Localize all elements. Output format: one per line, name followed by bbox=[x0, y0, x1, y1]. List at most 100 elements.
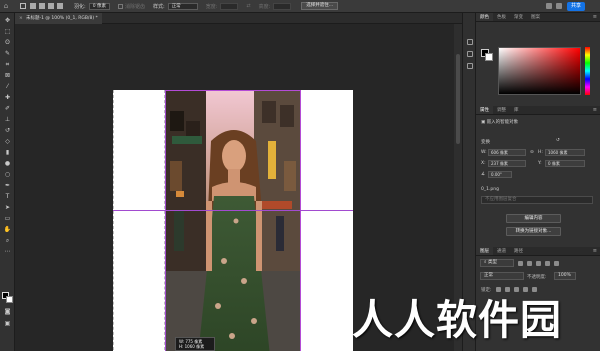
history-panel-icon[interactable] bbox=[467, 39, 473, 45]
hand-tool-icon[interactable]: ✋ bbox=[4, 226, 11, 233]
color-picker-field[interactable] bbox=[498, 47, 581, 95]
close-tab-icon[interactable]: × bbox=[19, 13, 23, 24]
screen-mode-icon[interactable]: ▣ bbox=[4, 320, 11, 327]
options-bar: ⌂ 羽化: 0 像素 消除锯齿 样式: 正常 宽度: ⇄ 高度: 选择并遮住..… bbox=[0, 0, 600, 13]
transform-label: 变换 bbox=[481, 140, 490, 145]
style-label: 样式: bbox=[153, 3, 165, 10]
tab-swatches[interactable]: 色板 bbox=[493, 13, 510, 21]
layer-filter-select[interactable]: ⌕ 类型 bbox=[480, 259, 514, 267]
style-select[interactable]: 正常 bbox=[167, 2, 198, 10]
share-button[interactable]: 共享 bbox=[566, 2, 585, 11]
street-portrait-image bbox=[166, 91, 300, 351]
smart-object-photo[interactable] bbox=[165, 90, 301, 351]
pixel-filter-icon[interactable] bbox=[518, 261, 523, 266]
healing-brush-icon[interactable]: ✚ bbox=[4, 94, 11, 101]
new-selection-icon[interactable] bbox=[30, 3, 36, 9]
tab-adjustments[interactable]: 调整 bbox=[493, 106, 510, 114]
panel-background-swatch[interactable] bbox=[485, 53, 493, 61]
reset-transform-icon[interactable]: ↺ bbox=[556, 138, 560, 143]
document-tab[interactable]: × 未标题-1 @ 100% (0_1, RGB/8) * bbox=[15, 13, 102, 24]
tab-properties[interactable]: 属性 bbox=[476, 106, 493, 114]
add-selection-icon[interactable] bbox=[39, 3, 45, 9]
width-input[interactable] bbox=[220, 2, 239, 10]
quick-mask-icon[interactable]: ◙ bbox=[4, 308, 11, 315]
panel-menu-icon[interactable]: ≡ bbox=[590, 13, 600, 21]
tab-color[interactable]: 颜色 bbox=[476, 13, 493, 21]
blur-tool-icon[interactable]: ● bbox=[4, 160, 11, 167]
antialias-checkbox[interactable] bbox=[117, 3, 123, 9]
angle-field[interactable]: 0.00° bbox=[488, 171, 512, 178]
tab-paths[interactable]: 路径 bbox=[510, 247, 527, 255]
opacity-input[interactable]: 100% bbox=[554, 272, 576, 280]
crop-tool-icon[interactable]: ⌗ bbox=[4, 61, 11, 68]
tab-channels[interactable]: 通道 bbox=[493, 247, 510, 255]
tab-gradients[interactable]: 渐变 bbox=[510, 13, 527, 21]
quick-select-tool-icon[interactable]: ✎ bbox=[4, 50, 11, 57]
type-filter-icon[interactable] bbox=[536, 261, 541, 266]
layer-comp-select[interactable]: 不应用图层复合 bbox=[481, 196, 593, 204]
search-icon[interactable] bbox=[546, 3, 552, 9]
w-label: W: bbox=[481, 150, 487, 155]
document-canvas[interactable] bbox=[113, 90, 353, 351]
watermark-text: 人人软件园 bbox=[352, 296, 562, 344]
width-field[interactable]: 606 像素 bbox=[488, 149, 526, 156]
gradient-tool-icon[interactable]: ▮ bbox=[4, 149, 11, 156]
workspace-icon[interactable] bbox=[556, 3, 562, 9]
panel-menu-icon[interactable]: ≡ bbox=[590, 247, 600, 255]
properties-panel-tabs: 属性 调整 库 ≡ bbox=[476, 106, 600, 115]
workspace-icons bbox=[546, 3, 562, 9]
lasso-tool-icon[interactable]: ʘ bbox=[4, 39, 11, 46]
scrollbar-thumb[interactable] bbox=[456, 54, 460, 144]
select-and-mask-button[interactable]: 选择并遮住... bbox=[301, 2, 339, 10]
zoom-tool-icon[interactable]: ⌕ bbox=[4, 237, 11, 244]
type-tool-icon[interactable]: T bbox=[4, 193, 11, 200]
properties-panel: 属性 调整 库 ≡ ▣ 嵌入的智能对象 变换 ↺ W: 606 像素 ⊝ H: … bbox=[476, 106, 600, 236]
eraser-tool-icon[interactable]: ◇ bbox=[4, 138, 11, 145]
smart-object-filter-icon[interactable] bbox=[554, 261, 559, 266]
feather-input[interactable]: 0 像素 bbox=[88, 2, 110, 10]
shape-tool-icon[interactable]: ▭ bbox=[4, 215, 11, 222]
shape-filter-icon[interactable] bbox=[545, 261, 550, 266]
x-field[interactable]: 237 像素 bbox=[488, 160, 526, 167]
background-color-swatch[interactable] bbox=[6, 296, 13, 303]
dodge-tool-icon[interactable]: ○ bbox=[4, 171, 11, 178]
swap-icon[interactable]: ⇄ bbox=[246, 3, 250, 9]
info-panel-icon[interactable] bbox=[467, 63, 473, 69]
history-brush-icon[interactable]: ↺ bbox=[4, 127, 11, 134]
eyedropper-tool-icon[interactable]: ⁄ bbox=[4, 83, 11, 90]
actions-panel-icon[interactable] bbox=[467, 51, 473, 57]
horizontal-guide[interactable] bbox=[113, 210, 353, 211]
more-tools-icon[interactable]: ⋯ bbox=[4, 248, 11, 255]
convert-to-linked-button[interactable]: 转换为链接对象... bbox=[506, 227, 561, 236]
x-label: X: bbox=[481, 161, 486, 166]
subtract-selection-icon[interactable] bbox=[48, 3, 54, 9]
path-select-tool-icon[interactable]: ➤ bbox=[4, 204, 11, 211]
link-icon[interactable]: ⊝ bbox=[530, 150, 534, 155]
tab-libraries[interactable]: 库 bbox=[510, 106, 523, 114]
tab-layers[interactable]: 图层 bbox=[476, 247, 493, 255]
intersect-selection-icon[interactable] bbox=[57, 3, 63, 9]
photoshop-icon[interactable]: ⌂ bbox=[0, 0, 12, 13]
vertical-guide[interactable] bbox=[165, 90, 166, 351]
height-field[interactable]: 1060 像素 bbox=[545, 149, 585, 156]
y-field[interactable]: 0 像素 bbox=[545, 160, 585, 167]
brush-tool-icon[interactable]: ✐ bbox=[4, 105, 11, 112]
move-tool-icon[interactable]: ✥ bbox=[4, 17, 11, 24]
panel-menu-icon[interactable]: ≡ bbox=[590, 106, 600, 114]
marquee-tool-icon[interactable]: ⬚ bbox=[4, 28, 11, 35]
pen-tool-icon[interactable]: ✒ bbox=[4, 182, 11, 189]
height-input[interactable] bbox=[273, 2, 292, 10]
tab-patterns[interactable]: 图案 bbox=[527, 13, 544, 21]
adjustment-filter-icon[interactable] bbox=[527, 261, 532, 266]
opacity-label: 不透明度: bbox=[527, 275, 547, 280]
layers-panel-tabs: 图层 通道 路径 ≡ bbox=[476, 247, 600, 256]
filter-value: 类型 bbox=[487, 260, 497, 265]
hue-slider[interactable] bbox=[585, 47, 590, 95]
file-name: 0_1.png bbox=[481, 187, 499, 192]
clone-stamp-icon[interactable]: ⊥ bbox=[4, 116, 11, 123]
blend-mode-select[interactable]: 正常 bbox=[480, 272, 524, 280]
antialias-label: 消除锯齿 bbox=[124, 3, 145, 10]
marquee-preset-icon[interactable] bbox=[20, 3, 26, 9]
edit-contents-button[interactable]: 编辑内容 bbox=[506, 214, 561, 223]
frame-tool-icon[interactable]: ⊠ bbox=[4, 72, 11, 79]
